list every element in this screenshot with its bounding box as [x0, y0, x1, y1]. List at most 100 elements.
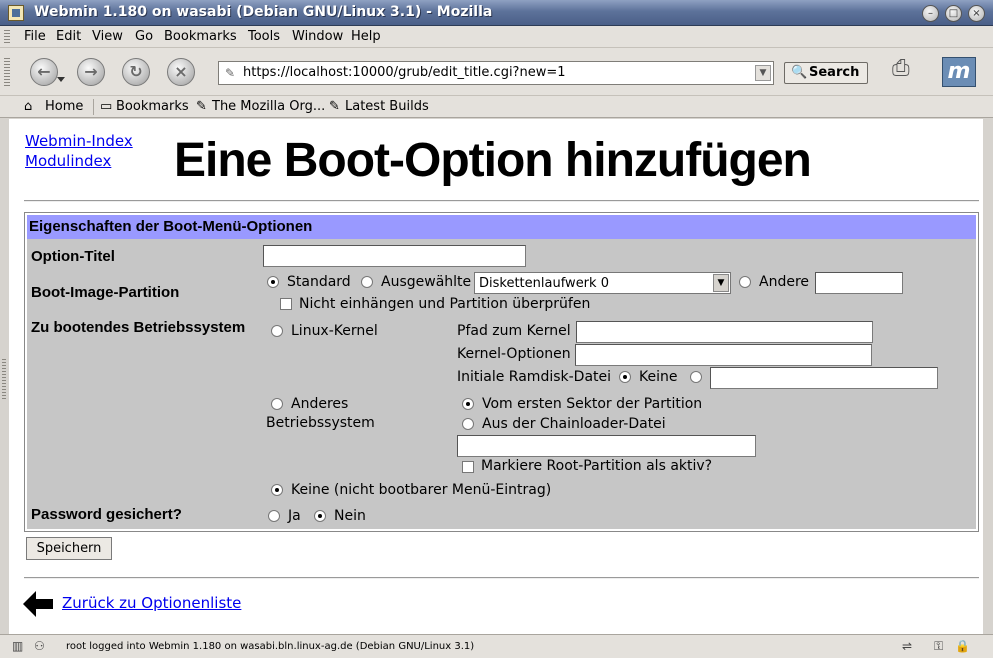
divider: [24, 577, 979, 579]
close-icon[interactable]: ×: [968, 5, 985, 22]
webmin-index-link[interactable]: Webmin-Index: [25, 132, 133, 150]
maximize-icon[interactable]: □: [945, 5, 962, 22]
menu-go[interactable]: Go: [135, 29, 153, 44]
mozilla-org-link[interactable]: The Mozilla Org...: [212, 99, 325, 114]
partition-select-value: Diskettenlaufwerk 0: [479, 276, 609, 291]
kernel-options-input[interactable]: [575, 344, 872, 366]
chevron-down-icon[interactable]: ▼: [713, 274, 729, 292]
menu-window[interactable]: Window: [292, 29, 343, 44]
navigation-toolbar: ← → ↻ × ✎ https://localhost:10000/grub/e…: [0, 48, 993, 96]
toolbar-grip-icon[interactable]: [4, 58, 10, 86]
online-status-icon[interactable]: ⚇: [34, 639, 45, 653]
boot-image-label: Boot-Image-Partition: [31, 284, 180, 301]
url-input[interactable]: ✎ https://localhost:10000/grub/edit_titl…: [218, 61, 774, 85]
home-link[interactable]: Home: [45, 99, 83, 114]
lock-icon: 🔒: [955, 639, 970, 653]
os-label: Zu bootendes Betriebssystem: [31, 319, 246, 336]
search-button-label: Search: [809, 65, 860, 80]
none-entry-label: Keine (nicht bootbarer Menü-Eintrag): [291, 482, 552, 498]
radio-chainloader[interactable]: [462, 418, 474, 430]
window-title-bar: Webmin 1.180 on wasabi (Debian GNU/Linux…: [0, 0, 993, 26]
search-button[interactable]: 🔍 Search: [784, 62, 868, 84]
bookmarks-link[interactable]: Bookmarks: [116, 99, 189, 114]
partition-select[interactable]: Diskettenlaufwerk 0 ▼: [474, 272, 731, 294]
minimize-icon[interactable]: –: [922, 5, 939, 22]
radio-first-sector[interactable]: [462, 398, 474, 410]
back-to-options-link[interactable]: Zurück zu Optionenliste: [62, 594, 241, 612]
module-index-link[interactable]: Modulindex: [25, 152, 111, 170]
menu-help[interactable]: Help: [351, 29, 381, 44]
other-os-label-line2: Betriebssystem: [266, 415, 375, 431]
menu-file[interactable]: File: [24, 29, 46, 44]
boot-option-form: Eigenschaften der Boot-Menü-Optionen Opt…: [24, 212, 979, 532]
url-dropdown-icon[interactable]: ▼: [755, 65, 771, 81]
app-icon[interactable]: [8, 5, 24, 21]
ramdisk-none-label: Keine: [639, 369, 678, 385]
radio-selected-label: Ausgewählte: [381, 274, 472, 290]
linux-kernel-label: Linux-Kernel: [291, 323, 378, 339]
radio-selected[interactable]: [361, 276, 373, 288]
option-title-input[interactable]: [263, 245, 526, 267]
radio-standard[interactable]: [267, 276, 279, 288]
toolbar-separator: [93, 99, 94, 115]
back-arrow-icon[interactable]: [23, 591, 55, 617]
password-no-label: Nein: [334, 508, 366, 524]
mozilla-component-icon[interactable]: ▥: [12, 639, 23, 653]
bookmarks-folder-icon: ▭: [100, 99, 113, 114]
menu-edit[interactable]: Edit: [56, 29, 81, 44]
form-header: Eigenschaften der Boot-Menü-Optionen: [27, 215, 976, 239]
menu-view[interactable]: View: [92, 29, 123, 44]
security-icon: ⚿: [934, 639, 944, 653]
mozilla-logo-icon[interactable]: m: [942, 57, 976, 87]
back-icon[interactable]: ←: [30, 58, 65, 86]
radio-none-entry[interactable]: [271, 484, 283, 496]
ramdisk-input[interactable]: [710, 367, 938, 389]
option-title-label: Option-Titel: [31, 248, 115, 265]
stop-icon[interactable]: ×: [167, 58, 195, 86]
print-icon[interactable]: ⎙: [892, 56, 922, 84]
bookmark-icon: ✎: [196, 99, 207, 114]
reload-icon[interactable]: ↻: [122, 58, 150, 86]
divider: [24, 200, 979, 202]
kernel-path-label: Pfad zum Kernel: [457, 323, 571, 339]
kernel-path-input[interactable]: [576, 321, 873, 343]
latest-builds-link[interactable]: Latest Builds: [345, 99, 429, 114]
save-button[interactable]: Speichern: [26, 537, 112, 560]
mark-root-active-checkbox[interactable]: [462, 461, 474, 473]
radio-ramdisk-file[interactable]: [690, 371, 702, 383]
sidebar-grip[interactable]: [0, 119, 9, 634]
menu-tools[interactable]: Tools: [248, 29, 280, 44]
window-title: Webmin 1.180 on wasabi (Debian GNU/Linux…: [34, 4, 493, 20]
bookmark-icon: ✎: [329, 99, 340, 114]
connection-icon: ⇌: [902, 639, 913, 653]
radio-standard-label: Standard: [287, 274, 351, 290]
chainloader-input[interactable]: [457, 435, 756, 457]
no-mount-checkbox[interactable]: [280, 298, 292, 310]
radio-other-os[interactable]: [271, 398, 283, 410]
page-content: Webmin-Index Modulindex Eine Boot-Option…: [9, 119, 983, 634]
page-title: Eine Boot-Option hinzufügen: [174, 134, 812, 187]
status-text: root logged into Webmin 1.180 on wasabi.…: [66, 641, 475, 652]
status-bar: ▥ ⚇ root logged into Webmin 1.180 on was…: [0, 634, 993, 658]
password-yes-label: Ja: [288, 508, 301, 524]
ramdisk-label: Initiale Ramdisk-Datei: [457, 369, 612, 385]
password-label: Password gesichert?: [31, 506, 182, 523]
menu-bookmarks[interactable]: Bookmarks: [164, 29, 237, 44]
url-text[interactable]: https://localhost:10000/grub/edit_title.…: [243, 65, 566, 80]
first-sector-label: Vom ersten Sektor der Partition: [482, 396, 703, 412]
home-icon[interactable]: ⌂: [24, 99, 32, 114]
menu-bar: File Edit View Go Bookmarks Tools Window…: [0, 26, 993, 48]
radio-password-no[interactable]: [314, 510, 326, 522]
menu-grip-icon[interactable]: [4, 30, 10, 44]
radio-linux-kernel[interactable]: [271, 325, 283, 337]
other-partition-input[interactable]: [815, 272, 903, 294]
radio-ramdisk-none[interactable]: [619, 371, 631, 383]
radio-other[interactable]: [739, 276, 751, 288]
no-mount-label: Nicht einhängen und Partition überprüfen: [299, 296, 591, 312]
radio-other-label: Andere: [759, 274, 810, 290]
top-links: Webmin-Index Modulindex: [25, 132, 133, 172]
other-os-label-line1: Anderes: [291, 396, 349, 412]
forward-icon[interactable]: →: [77, 58, 105, 86]
page-icon: ✎: [225, 66, 236, 80]
radio-password-yes[interactable]: [268, 510, 280, 522]
